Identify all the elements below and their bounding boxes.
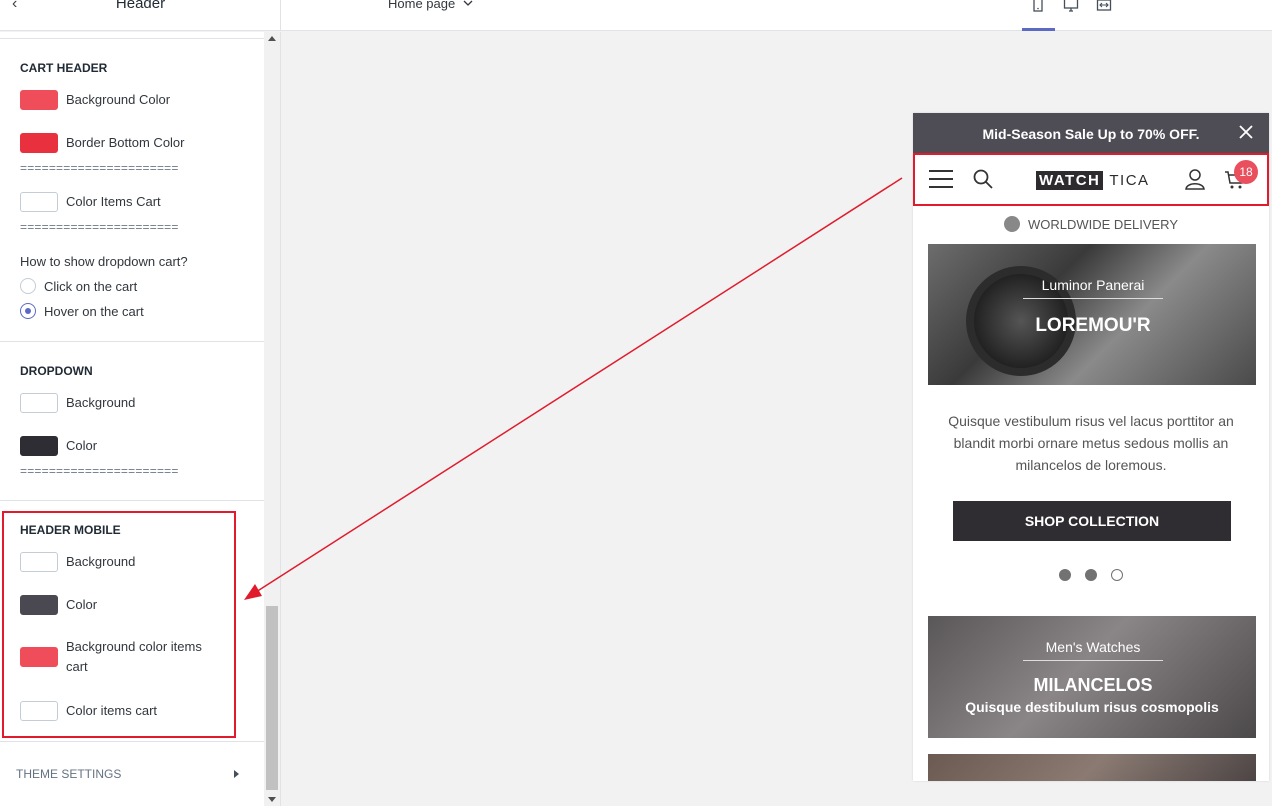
radio-button[interactable] <box>20 278 36 294</box>
cart-border-bottom-setting[interactable]: Border Bottom Color <box>20 133 185 153</box>
mobile-items-cart-color-swatch[interactable] <box>20 701 58 721</box>
promo-divider <box>1023 660 1163 661</box>
promo-subtitle: Men's Watches <box>1045 639 1141 655</box>
mobile-color-setting[interactable]: Color <box>20 595 97 615</box>
cart-bg-color-setting[interactable]: Background Color <box>20 90 170 110</box>
highlight-box <box>913 153 1269 206</box>
slideshow-banner[interactable]: Luminor Panerai LOREMOU'R <box>928 244 1256 385</box>
scroll-down-arrow-icon[interactable] <box>268 797 276 802</box>
slide-dot[interactable] <box>1059 569 1071 581</box>
top-bar: ‹ Header Home page <box>0 0 1272 31</box>
divider <box>0 38 264 39</box>
delivery-notice: WORLDWIDE DELIVERY <box>913 216 1269 232</box>
slide-title: LOREMOU'R <box>1035 315 1151 336</box>
cart-header-title: CART HEADER <box>20 61 108 75</box>
slide-divider <box>1023 298 1163 299</box>
chevron-right-icon <box>234 770 239 778</box>
chevron-down-icon <box>463 0 473 11</box>
divider <box>0 341 264 342</box>
mobile-bg-setting[interactable]: Background <box>20 552 135 572</box>
promo-description: Quisque destibulum risus cosmopolis <box>965 699 1219 715</box>
cart-items-color-setting[interactable]: Color Items Cart <box>20 192 161 212</box>
radio-label: Click on the cart <box>44 278 138 294</box>
mobile-bg-items-cart-setting[interactable]: Background color items cart <box>20 637 226 679</box>
radio-hover-on-cart[interactable]: Hover on the cart <box>20 303 144 319</box>
radio-label: Hover on the cart <box>44 303 144 319</box>
divider <box>0 500 264 501</box>
slide-description: Quisque vestibulum risus vel lacus portt… <box>948 413 1234 473</box>
mobile-color-swatch[interactable] <box>20 595 58 615</box>
page-selector[interactable]: Home page <box>388 0 473 11</box>
slideshow-dots <box>1059 569 1137 581</box>
panel-title: Header <box>115 0 166 12</box>
cart-border-bottom-swatch[interactable] <box>20 133 58 153</box>
page-selector-label: Home page <box>388 0 456 11</box>
slide-dot[interactable] <box>1111 569 1123 581</box>
slide-dot[interactable] <box>1085 569 1097 581</box>
scroll-up-arrow-icon[interactable] <box>268 36 276 41</box>
radio-click-on-cart[interactable]: Click on the cart <box>20 278 137 294</box>
cart-bg-color-swatch[interactable] <box>20 90 58 110</box>
dropdown-section-title: DROPDOWN <box>20 364 93 378</box>
mobile-bg-items-cart-swatch[interactable] <box>20 647 58 667</box>
panel-header: ‹ Header <box>0 0 281 31</box>
delivery-text: WORLDWIDE DELIVERY <box>1027 217 1178 232</box>
settings-sidebar: CART HEADER Background Color Border Bott… <box>0 32 281 806</box>
view-mode-switcher <box>1022 0 1121 31</box>
promo-banner-partial[interactable] <box>928 754 1256 781</box>
expand-icon <box>1096 0 1112 11</box>
mobile-bg-label: Background <box>66 554 136 569</box>
slide-subtitle: Luminor Panerai <box>1041 277 1145 293</box>
theme-settings-label: THEME SETTINGS <box>16 767 122 781</box>
cart-border-bottom-label: Border Bottom Color <box>66 135 185 150</box>
announcement-bar: Mid-Season Sale Up to 70% OFF. <box>913 113 1269 154</box>
dropdown-bg-swatch[interactable] <box>20 393 58 413</box>
shop-collection-button[interactable]: SHOP COLLECTION <box>953 501 1231 541</box>
dropdown-cart-question: How to show dropdown cart? <box>20 254 188 269</box>
close-icon[interactable] <box>1239 125 1253 139</box>
header-mobile-title: HEADER MOBILE <box>20 523 121 537</box>
desktop-view-button[interactable] <box>1055 0 1088 31</box>
promo-title: MILANCELOS <box>1033 675 1153 695</box>
mobile-items-cart-color-setting[interactable]: Color items cart <box>20 701 157 721</box>
mobile-bg-swatch[interactable] <box>20 552 58 572</box>
globe-icon <box>1003 216 1020 232</box>
cart-items-color-label: Color Items Cart <box>66 194 161 209</box>
sidebar-content: CART HEADER Background Color Border Bott… <box>0 32 264 806</box>
mobile-icon <box>1033 0 1043 12</box>
dropdown-bg-label: Background <box>66 395 136 410</box>
theme-settings-link[interactable]: THEME SETTINGS <box>0 741 264 806</box>
radio-button[interactable] <box>20 303 36 319</box>
mobile-preview: Mid-Season Sale Up to 70% OFF. WATCH TIC… <box>913 113 1269 781</box>
scrollbar-thumb[interactable] <box>266 606 278 790</box>
desktop-icon <box>1063 0 1079 12</box>
announcement-text: Mid-Season Sale Up to 70% OFF. <box>982 126 1200 142</box>
mobile-color-label: Color <box>66 597 98 612</box>
mobile-items-cart-color-label: Color items cart <box>66 703 158 718</box>
dropdown-bg-setting[interactable]: Background <box>20 393 135 413</box>
dropdown-color-setting[interactable]: Color <box>20 436 97 456</box>
cart-bg-color-label: Background Color <box>66 92 171 107</box>
mobile-bg-items-cart-label: Background color items cart <box>66 639 202 674</box>
separator: ====================== <box>20 162 179 174</box>
cart-items-color-swatch[interactable] <box>20 192 58 212</box>
dropdown-color-swatch[interactable] <box>20 436 58 456</box>
dropdown-color-label: Color <box>66 438 98 453</box>
mobile-view-button[interactable] <box>1022 0 1055 31</box>
separator: ====================== <box>20 465 179 477</box>
separator: ====================== <box>20 221 179 233</box>
sidebar-scrollbar[interactable] <box>264 32 280 806</box>
promo-banner[interactable]: Men's Watches MILANCELOS Quisque destibu… <box>928 616 1256 738</box>
fullscreen-view-button[interactable] <box>1088 0 1121 31</box>
